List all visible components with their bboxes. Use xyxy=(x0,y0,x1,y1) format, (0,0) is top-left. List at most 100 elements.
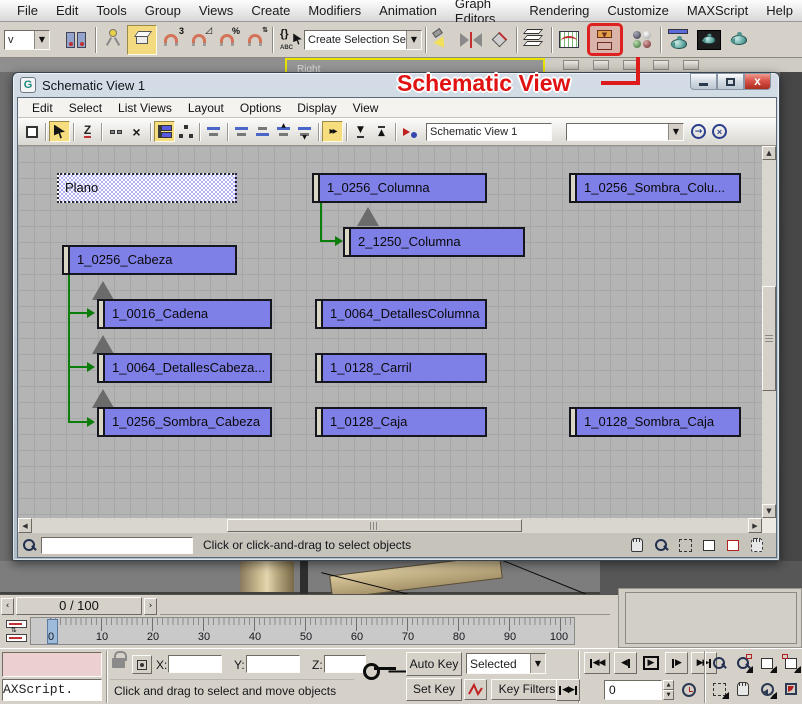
find-input[interactable] xyxy=(41,537,193,554)
menu-tools[interactable]: Tools xyxy=(87,3,135,18)
mini-curve-editor-icon[interactable]: ⇅ xyxy=(5,619,30,644)
sv-menu-edit[interactable]: Edit xyxy=(24,101,61,115)
rendered-frame-icon[interactable] xyxy=(694,26,724,54)
expand-triangle[interactable] xyxy=(92,335,114,354)
menu-help[interactable]: Help xyxy=(757,3,802,18)
node-carril[interactable]: 1_0128_Carril xyxy=(315,353,487,383)
play-button[interactable]: ▶ xyxy=(640,652,662,674)
snaps-toggle-icon[interactable] xyxy=(127,25,157,55)
dropdown-arrow-icon[interactable]: ▼ xyxy=(406,31,421,49)
delete-bookmark-icon[interactable]: × xyxy=(709,121,730,142)
time-slider-prev-arrow[interactable]: ‹ xyxy=(1,598,14,615)
angle-snap-icon[interactable]: ◿ xyxy=(185,26,213,54)
horizontal-scrollbar[interactable]: ◀ ▶ xyxy=(18,518,762,533)
node-columna[interactable]: 1_0256_Columna xyxy=(312,173,487,203)
snap-3d-icon[interactable]: 3 xyxy=(157,26,185,54)
arrange-children-button[interactable] xyxy=(231,121,252,142)
zoom-extents-icon[interactable] xyxy=(756,652,778,674)
command-panel-tab[interactable] xyxy=(593,60,609,70)
close-button[interactable]: x xyxy=(744,73,771,90)
sv-menu-view[interactable]: View xyxy=(345,101,387,115)
command-panel-tab[interactable] xyxy=(563,60,579,70)
pan-zoom-icon[interactable] xyxy=(748,536,766,554)
hierarchy-mode-button[interactable] xyxy=(154,121,175,142)
unlink-button[interactable] xyxy=(105,121,126,142)
scroll-left-button[interactable]: ◀ xyxy=(18,518,32,533)
zoom-extents-icon[interactable] xyxy=(700,536,718,554)
display-floater-button[interactable] xyxy=(21,121,42,142)
x-coordinate-field[interactable] xyxy=(168,655,222,673)
selection-filter-dropdown[interactable]: v ▼ xyxy=(4,30,50,50)
preferences-button[interactable] xyxy=(399,121,420,142)
pan-icon[interactable] xyxy=(732,678,754,700)
menu-maxscript[interactable]: MAXScript xyxy=(678,3,757,18)
menu-edit[interactable]: Edit xyxy=(47,3,87,18)
sv-menu-options[interactable]: Options xyxy=(232,101,289,115)
absolute-mode-toggle[interactable] xyxy=(132,655,152,674)
panels-icon[interactable] xyxy=(60,26,92,54)
quick-render-icon[interactable] xyxy=(724,26,754,54)
named-selection-sets-icon[interactable]: {} ABC xyxy=(276,26,304,54)
node-plano[interactable]: Plano xyxy=(57,173,237,203)
node-detalles-cabeza[interactable]: 1_0064_DetallesCabeza... xyxy=(97,353,272,383)
node-sombra-columna[interactable]: 1_0256_Sombra_Colu... xyxy=(569,173,741,203)
menu-rendering[interactable]: Rendering xyxy=(520,3,598,18)
menu-modifiers[interactable]: Modifiers xyxy=(299,3,370,18)
connect-tool-button[interactable]: Z xyxy=(77,121,98,142)
dropdown-arrow-icon[interactable]: ▼ xyxy=(668,124,683,140)
free-selected-button[interactable]: ▲ xyxy=(273,121,294,142)
go-to-start-button[interactable]: ◀◀ xyxy=(584,652,610,674)
menu-file[interactable]: File xyxy=(8,3,47,18)
key-mode-toggle[interactable]: ◀▶ xyxy=(556,679,580,701)
node-2-1250-columna[interactable]: 2_1250_Columna xyxy=(343,227,525,257)
menu-views[interactable]: Views xyxy=(190,3,242,18)
vertical-scrollbar[interactable]: ▲ ▼ xyxy=(762,146,776,518)
select-and-link-icon[interactable] xyxy=(99,26,127,54)
horizontal-scroll-thumb[interactable] xyxy=(227,519,522,532)
menu-group[interactable]: Group xyxy=(136,3,190,18)
time-slider-track[interactable] xyxy=(160,614,610,615)
selection-set-keys-dropdown[interactable]: Selected ▼ xyxy=(466,653,546,674)
vertical-scroll-thumb[interactable] xyxy=(762,286,776,391)
collapse-selected-button[interactable]: ▼ xyxy=(350,121,371,142)
expand-selected-button[interactable]: ▲ xyxy=(371,121,392,142)
node-caja[interactable]: 1_0128_Caja xyxy=(315,407,487,437)
curve-editor-icon[interactable] xyxy=(555,26,583,54)
named-selection-set-field[interactable]: Create Selection Set ▼ xyxy=(304,30,422,50)
arc-rotate-icon[interactable] xyxy=(756,678,778,700)
scroll-down-button[interactable]: ▼ xyxy=(762,504,776,518)
percent-snap-icon[interactable]: % xyxy=(213,26,241,54)
layer-manager-icon[interactable] xyxy=(520,26,548,54)
node-sombra-caja[interactable]: 1_0128_Sombra_Caja xyxy=(569,407,741,437)
minimize-button[interactable] xyxy=(690,73,717,90)
reference-mode-button[interactable] xyxy=(175,121,196,142)
always-arrange-button[interactable] xyxy=(203,121,224,142)
menu-create[interactable]: Create xyxy=(242,3,299,18)
expand-triangle[interactable] xyxy=(357,207,379,226)
set-key-button[interactable]: Set Key xyxy=(406,678,462,701)
node-cadena[interactable]: 1_0016_Cadena xyxy=(97,299,272,329)
expand-triangle[interactable] xyxy=(92,281,114,300)
menu-customize[interactable]: Customize xyxy=(598,3,677,18)
scroll-right-button[interactable]: ▶ xyxy=(748,518,762,533)
sv-menu-select[interactable]: Select xyxy=(61,101,110,115)
schematic-view-icon[interactable]: ▼ xyxy=(587,23,623,56)
scroll-up-button[interactable]: ▲ xyxy=(762,146,776,160)
region-zoom-icon[interactable] xyxy=(676,536,694,554)
next-bookmark-icon[interactable]: → xyxy=(688,121,709,142)
command-panel-tab[interactable] xyxy=(683,60,699,70)
delete-button[interactable]: × xyxy=(126,121,147,142)
menu-animation[interactable]: Animation xyxy=(370,3,446,18)
y-coordinate-field[interactable] xyxy=(246,655,300,673)
arrange-selected-button[interactable] xyxy=(252,121,273,142)
dropdown-arrow-icon[interactable]: ▼ xyxy=(34,31,49,49)
frame-number-field[interactable]: 0 xyxy=(604,680,662,700)
mirror-icon[interactable] xyxy=(457,26,485,54)
zoom-all-icon[interactable] xyxy=(732,652,754,674)
bookmark-dropdown[interactable]: ▼ xyxy=(566,123,684,141)
move-children-button[interactable]: ▸▸ xyxy=(322,121,343,142)
next-frame-button[interactable]: ▶ xyxy=(665,652,688,674)
timeline-ruler[interactable]: 0 10 20 30 40 50 60 70 80 90 100 xyxy=(30,617,575,645)
align-icon[interactable] xyxy=(485,26,513,54)
frame-spinner[interactable]: ▲▼ xyxy=(663,680,674,700)
